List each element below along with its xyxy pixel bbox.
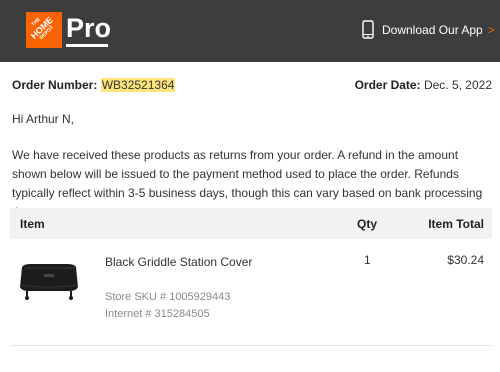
table-header: Item Qty Item Total [10,208,492,239]
product-item-total: $30.24 [447,253,484,267]
order-number-value[interactable]: WB32521364 [100,78,176,92]
pro-brand-label: Pro [66,13,112,43]
order-number: Order Number: WB32521364 [12,78,176,92]
product-name[interactable]: Black Griddle Station Cover [105,255,252,269]
header-item: Item [20,217,45,231]
download-app-label: Download Our App [382,22,483,37]
greeting: Hi Arthur N, [12,112,75,126]
header-item-total: Item Total [428,217,484,231]
order-info-row: Order Number: WB32521364 Order Date: Dec… [12,78,492,94]
row-divider [10,345,492,346]
phone-icon [362,20,374,39]
order-date-label: Order Date: [354,78,421,92]
order-date: Order Date: Dec. 5, 2022 [355,78,492,92]
pro-underline [66,44,108,47]
table-row: Black Griddle Station Cover 1 $30.24 Sto… [10,239,492,345]
internet-number: Internet # 315284505 [105,308,210,320]
chevron-right-icon: > [487,22,495,37]
product-qty: 1 [364,253,371,267]
order-number-label: Order Number: [12,78,98,92]
download-app-link[interactable]: Download Our App > [362,20,495,39]
order-date-value: Dec. 5, 2022 [423,78,492,92]
home-depot-logo[interactable]: THE HOME DEPOT [26,12,62,48]
griddle-cover-image[interactable] [16,261,82,301]
store-sku: Store SKU # 1005929443 [105,291,231,303]
email-header: THE HOME DEPOT Pro Download Our App > [0,0,500,62]
header-qty: Qty [357,217,378,231]
